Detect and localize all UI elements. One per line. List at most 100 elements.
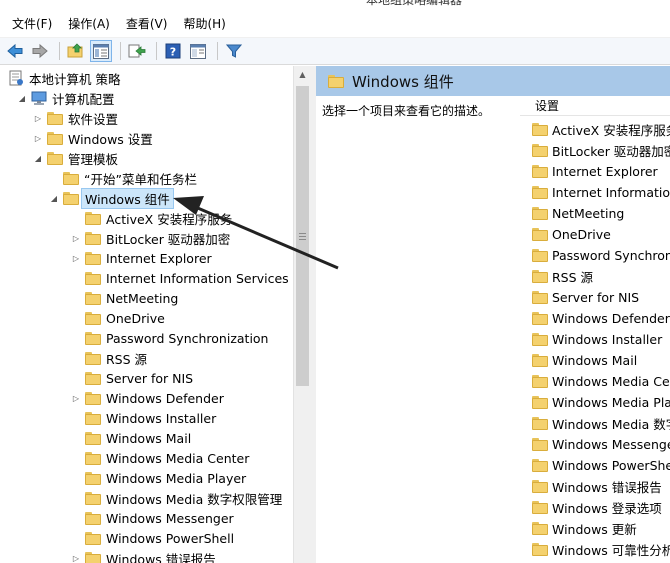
tree-item[interactable]: Windows Media Center [71,448,249,468]
folder-icon [85,391,101,405]
up-folder-icon [67,43,83,58]
folder-icon [85,351,101,365]
tree-item[interactable]: ▷ 软件设置 [33,108,118,128]
settings-list-item[interactable]: Windows 可靠性分析 [532,539,670,560]
settings-list-item[interactable]: Windows 更新 [532,518,637,539]
settings-list-item[interactable]: NetMeeting [532,203,624,224]
collapsed-arrow-icon[interactable]: ▷ [71,394,81,403]
menu-action[interactable]: 操作(A) [60,11,118,36]
folder-icon [85,451,101,465]
tree-scrollbar[interactable]: ▲ [293,66,310,563]
folder-icon [532,501,548,514]
back-button[interactable] [4,40,26,62]
tree-item[interactable]: RSS 源 [71,348,147,368]
tree-item[interactable]: ActiveX 安装程序服务 [71,208,232,228]
show-hide-tree-button[interactable] [90,40,112,62]
folder-icon [532,228,548,241]
menu-help[interactable]: 帮助(H) [175,11,233,36]
tree-item[interactable]: ◢ Windows 组件 [49,187,174,209]
settings-item-label: Windows 错误报告 [552,480,662,495]
export-list-icon [128,44,146,58]
tree-item[interactable]: Windows Mail [71,428,191,448]
tree-item-label: 软件设置 [68,111,119,127]
collapsed-arrow-icon[interactable]: ▷ [71,234,81,243]
tree-item-label: OneDrive [106,310,165,326]
tree-item[interactable]: “开始”菜单和任务栏 [49,168,197,188]
tree-item[interactable]: ▷ Windows Defender [71,388,224,408]
settings-item-label: Windows PowerShel [552,458,670,473]
settings-list-item[interactable]: Password Synchroniz [532,245,670,266]
scroll-up-arrow-icon[interactable]: ▲ [294,66,311,83]
tree-item[interactable]: NetMeeting [71,288,178,308]
settings-item-label: Password Synchroniz [552,248,670,263]
filter-button[interactable] [223,40,245,62]
tree-item-label: Windows Media 数字权限管理 [106,491,283,507]
folder-icon [532,249,548,262]
tree-item-label: Internet Explorer [106,250,212,266]
settings-list-item[interactable]: Windows Media Cer [532,371,670,392]
tree-item[interactable]: ◢ 管理模板 [33,148,118,168]
expanded-arrow-icon[interactable]: ◢ [17,94,27,103]
settings-list-item[interactable]: Windows Media 数字 [532,413,670,434]
tree-item[interactable]: Password Synchronization [71,328,268,348]
menu-file[interactable]: 文件(F) [4,11,60,36]
tree-item[interactable]: ▷ Windows 错误报告 [71,548,216,563]
settings-item-label: Server for NIS [552,290,640,305]
folder-icon [532,270,548,283]
tree-item[interactable]: Windows Installer [71,408,216,428]
settings-list-item[interactable]: Windows Messenger [532,434,670,455]
tree-item[interactable]: ◢ 计算机配置 [17,88,115,108]
settings-list-item[interactable]: ActiveX 安装程序服务 [532,119,670,140]
folder-icon [47,151,63,165]
up-folder-button[interactable] [65,40,87,62]
settings-list-item[interactable]: Windows PowerShel [532,455,670,476]
tree-item[interactable]: Windows Media 数字权限管理 [71,488,282,508]
forward-button[interactable] [29,40,51,62]
tree-item[interactable]: ▷ Internet Explorer [71,248,212,268]
menu-view[interactable]: 查看(V) [118,11,176,36]
settings-list-item[interactable]: Windows 错误报告 [532,476,662,497]
settings-item-label: ActiveX 安装程序服务 [552,123,670,138]
folder-icon [85,511,101,525]
policy-icon [9,70,23,86]
collapsed-arrow-icon[interactable]: ▷ [71,254,81,263]
settings-item-label: Windows 可靠性分析 [552,543,670,558]
menu-bar: 文件(F) 操作(A) 查看(V) 帮助(H) [0,10,670,38]
tree-item[interactable]: 本地计算机 策略 [8,68,120,88]
folder-icon [532,291,548,304]
tree-item[interactable]: Windows Media Player [71,468,246,488]
tree-item[interactable]: ▷ BitLocker 驱动器加密 [71,228,230,248]
folder-icon [85,411,101,425]
collapsed-arrow-icon[interactable]: ▷ [33,134,43,143]
settings-list-item[interactable]: Windows 登录选项 [532,497,662,518]
folder-icon [85,371,101,385]
settings-list-item[interactable]: Windows Media Play [532,392,670,413]
column-header-setting[interactable]: 设置 [520,96,670,116]
settings-list-item[interactable]: Server for NIS [532,287,639,308]
tree-item[interactable]: Server for NIS [71,368,193,388]
collapsed-arrow-icon[interactable]: ▷ [71,554,81,563]
settings-list-item[interactable]: Windows Mail [532,350,637,371]
settings-list-item[interactable]: BitLocker 驱动器加密 [532,140,670,161]
expanded-arrow-icon[interactable]: ◢ [49,194,59,203]
settings-list-item[interactable]: OneDrive [532,224,611,245]
tree-pane[interactable]: 本地计算机 策略 ◢ 计算机配置 ▷ 软件设置 ▷ Windows 设置 ◢ 管理模板 “开始”菜… [0,66,293,563]
settings-list-item[interactable]: Internet Information [532,182,670,203]
settings-list-item[interactable]: Windows Installer [532,329,662,350]
settings-list-item[interactable]: Windows Defender [532,308,670,329]
export-list-button[interactable] [126,40,148,62]
tree-item-label: RSS 源 [106,351,148,367]
tree-item[interactable]: ▷ Windows 设置 [33,128,153,148]
collapsed-arrow-icon[interactable]: ▷ [33,114,43,123]
settings-list-item[interactable]: RSS 源 [532,266,593,287]
tree-item[interactable]: Windows Messenger [71,508,234,528]
properties-button[interactable] [187,40,209,62]
help-button[interactable]: ? [162,40,184,62]
expanded-arrow-icon[interactable]: ◢ [33,154,43,163]
tree-item[interactable]: Windows PowerShell [71,528,234,548]
folder-icon [532,375,548,388]
settings-list-item[interactable]: Internet Explorer [532,161,658,182]
scrollbar-thumb[interactable] [296,86,309,386]
tree-item[interactable]: Internet Information Services [71,268,289,288]
tree-item[interactable]: OneDrive [71,308,165,328]
